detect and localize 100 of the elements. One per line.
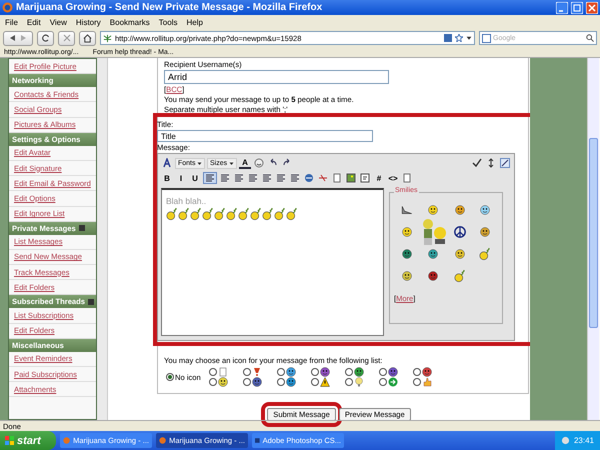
browser-logo-icon	[2, 2, 13, 13]
menu-item[interactable]: View	[50, 18, 67, 26]
smoking-smiley-icon	[214, 208, 226, 220]
photoshop-icon	[255, 436, 260, 445]
stop-icon	[62, 34, 70, 42]
undo-icon	[268, 158, 278, 168]
toggle-mode-icon	[500, 158, 510, 168]
menu-item[interactable]: Help	[186, 18, 203, 26]
radio-button[interactable]	[310, 368, 319, 376]
quote-icon	[360, 173, 370, 183]
reload-button[interactable]	[37, 30, 54, 46]
browser-logo-icon	[63, 436, 70, 445]
leaf-icon	[103, 34, 112, 42]
format-button[interactable]: <>	[387, 172, 399, 184]
image-icon	[346, 173, 356, 183]
numbered-list-button[interactable]	[247, 172, 259, 184]
radio-button[interactable]	[378, 368, 387, 376]
rss-icon	[444, 34, 452, 42]
smoking-smiley-icon	[250, 208, 262, 220]
align-icon	[220, 173, 230, 183]
radio-button[interactable]	[310, 378, 319, 386]
smoking-smiley-icon	[262, 208, 274, 220]
radio-button[interactable]	[242, 378, 251, 386]
home-button[interactable]	[79, 30, 96, 46]
menu-item[interactable]: File	[5, 18, 18, 26]
document-button[interactable]	[401, 172, 413, 184]
text-color-button[interactable]: A	[239, 157, 251, 169]
recipient-field[interactable]: Arrid	[164, 70, 389, 84]
back-forward-arrows-icon	[9, 34, 27, 42]
format-button[interactable]: I	[175, 172, 187, 184]
pipe-icon	[400, 204, 413, 216]
windows-logo-icon	[5, 436, 14, 445]
smoking-smiley-icon	[166, 208, 178, 220]
smoking-smiley-icon	[226, 208, 238, 220]
spellcheck-button[interactable]	[471, 157, 483, 169]
format-button[interactable]: #	[373, 172, 385, 184]
start-button[interactable]: start	[0, 431, 56, 450]
radio-button[interactable]	[344, 368, 353, 376]
document-icon	[332, 173, 342, 183]
caret-icon	[197, 160, 202, 166]
bullet-list-button[interactable]	[261, 172, 273, 184]
document-icon	[402, 173, 412, 183]
indent-icon	[290, 173, 300, 183]
resize-icon	[486, 158, 496, 168]
radio-button[interactable]	[412, 368, 421, 376]
align-button[interactable]	[233, 172, 245, 184]
search-icon	[586, 34, 594, 42]
link-icon	[304, 173, 314, 183]
unlink-button[interactable]	[317, 172, 329, 184]
radio-button[interactable]	[276, 368, 285, 376]
browser-logo-icon	[159, 436, 166, 445]
close-icon[interactable]	[586, 2, 598, 14]
indent-button[interactable]	[289, 172, 301, 184]
maximize-icon[interactable]	[571, 2, 583, 14]
quote-button[interactable]	[359, 172, 371, 184]
radio-button[interactable]	[412, 378, 421, 386]
minimize-icon[interactable]	[556, 2, 568, 14]
radio-button[interactable]	[378, 378, 387, 386]
clock: 23:41	[574, 436, 594, 445]
align-icon	[234, 173, 244, 183]
menu-item[interactable]: Edit	[26, 18, 41, 26]
toggle-mode-button[interactable]	[499, 157, 511, 169]
radio-button[interactable]	[166, 373, 174, 381]
image-button[interactable]	[345, 172, 357, 184]
smoking-smiley-icon	[202, 208, 214, 220]
radio-button[interactable]	[208, 378, 217, 386]
outdent-icon	[276, 173, 286, 183]
radio-button[interactable]	[208, 368, 217, 376]
radio-button[interactable]	[276, 378, 285, 386]
scrollbar[interactable]	[587, 58, 599, 420]
menu-item[interactable]: History	[76, 18, 101, 26]
smoking-smiley-icon	[286, 208, 298, 220]
peace-sign-icon	[454, 226, 466, 238]
page-icon	[218, 367, 228, 377]
font-tool-button[interactable]	[161, 157, 173, 169]
tray-icon	[560, 436, 570, 445]
radio-button[interactable]	[242, 368, 251, 376]
menu-item[interactable]: Bookmarks	[110, 18, 150, 26]
format-button[interactable]: B	[161, 172, 173, 184]
caret-icon	[229, 160, 234, 166]
title-field[interactable]: Title	[157, 130, 373, 142]
smiley-dropdown-button[interactable]	[253, 157, 265, 169]
back-forward-button[interactable]	[3, 30, 33, 46]
outdent-button[interactable]	[275, 172, 287, 184]
align-button[interactable]	[203, 172, 217, 184]
document-button[interactable]	[331, 172, 343, 184]
smiley-dropdown-icon	[254, 158, 264, 168]
window-title: Marijuana Growing - Send New Private Message - Mozilla Firefox	[16, 2, 324, 13]
home-icon	[83, 34, 92, 42]
collapse-icon[interactable]	[88, 298, 94, 305]
redo-icon	[282, 158, 292, 168]
menu-item[interactable]: Tools	[158, 18, 178, 26]
align-button[interactable]	[219, 172, 231, 184]
collapse-icon[interactable]	[78, 225, 85, 232]
link-button[interactable]	[303, 172, 315, 184]
smoking-smiley-icon	[479, 248, 492, 260]
format-button[interactable]: U	[189, 172, 201, 184]
smoking-smiley-icon	[238, 208, 250, 220]
smoking-smiley-icon	[178, 208, 190, 220]
radio-button[interactable]	[344, 378, 353, 386]
